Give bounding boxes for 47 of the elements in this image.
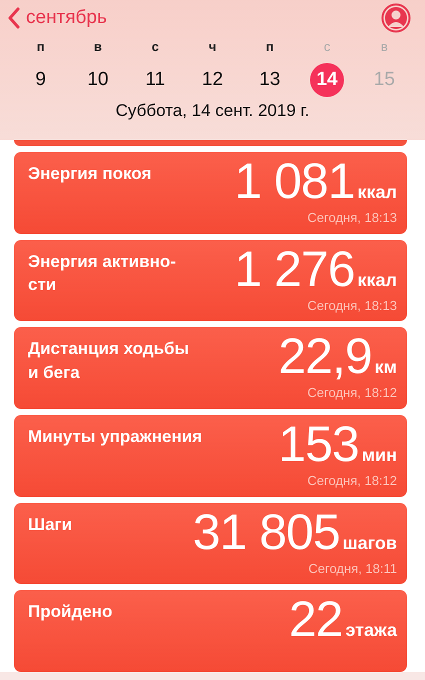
date-button[interactable]: 13 bbox=[252, 63, 287, 97]
profile-icon[interactable] bbox=[381, 3, 411, 33]
metric-title: Шаги bbox=[28, 514, 72, 536]
timestamp: Сегодня, 18:12 bbox=[307, 385, 397, 400]
date-button[interactable]: 10 bbox=[80, 63, 115, 97]
metric-value: 153 bbox=[278, 419, 359, 470]
metric-title: Минуты упражнения bbox=[28, 426, 202, 448]
date-button[interactable]: 12 bbox=[195, 63, 230, 97]
weekday-label: п bbox=[36, 39, 45, 56]
metric-title: Пройдено bbox=[28, 601, 112, 624]
metric-title: Энергия покоя bbox=[28, 163, 152, 185]
date-button[interactable]: 14 bbox=[310, 63, 344, 97]
weekday-label: в bbox=[380, 39, 388, 56]
back-chevron-icon bbox=[8, 7, 20, 29]
metric-unit: ккал bbox=[358, 270, 397, 289]
date-button[interactable]: 15 bbox=[367, 63, 402, 97]
metric-value: 31 805 bbox=[192, 506, 340, 557]
metric-card[interactable]: Пройдено 22 этажа bbox=[14, 590, 407, 672]
timestamp: Сегодня, 18:11 bbox=[308, 560, 397, 576]
metric-title: Дистанция ходьбы и бега bbox=[28, 338, 190, 384]
weekday-label: п bbox=[266, 39, 274, 56]
metric-value: 22 bbox=[288, 594, 342, 644]
date-button[interactable]: 11 bbox=[138, 63, 172, 97]
metric-card[interactable]: Шаги 31 805 шагов Сегодня, 18:11 bbox=[14, 502, 407, 584]
metric-unit: ккал bbox=[358, 183, 397, 201]
weekday-label: ч bbox=[208, 39, 216, 56]
weekday-label: в bbox=[94, 39, 102, 56]
metric-card[interactable]: Минуты упражнения 153 мин Сегодня, 18:12 bbox=[14, 415, 407, 497]
date-title: Суббота, 14 сент. 2019 г. bbox=[114, 101, 310, 121]
timestamp: Сегодня, 18:12 bbox=[307, 473, 397, 488]
metric-value: 1 276 bbox=[234, 244, 355, 294]
metric-card[interactable]: Энергия покоя 1 081 ккал Сегодня, 18:13 bbox=[14, 152, 407, 234]
metric-unit: км bbox=[374, 358, 397, 376]
metric-value: 1 081 bbox=[234, 156, 355, 206]
timestamp: Сегодня, 18:13 bbox=[307, 210, 397, 225]
metric-title: Энергия активно- сти bbox=[28, 250, 176, 296]
metric-value: 22,9 bbox=[278, 331, 372, 382]
back-button[interactable]: сентябрь bbox=[8, 7, 107, 29]
metric-unit: этажа bbox=[345, 621, 397, 640]
metric-unit: мин bbox=[362, 446, 397, 464]
metric-unit: шагов bbox=[342, 534, 397, 552]
weekday-label: с bbox=[152, 39, 159, 56]
metric-card[interactable]: Дистанция ходьбы и бега 22,9 км Сегодня, 18:12 bbox=[14, 327, 407, 410]
date-button[interactable]: 9 bbox=[24, 63, 58, 97]
metric-card[interactable]: Энергия активно- сти 1 276 ккал Сегодня, 18:13 bbox=[14, 240, 407, 322]
timestamp: Сегодня, 18:13 bbox=[307, 298, 397, 313]
weekday-label: с bbox=[324, 39, 330, 56]
